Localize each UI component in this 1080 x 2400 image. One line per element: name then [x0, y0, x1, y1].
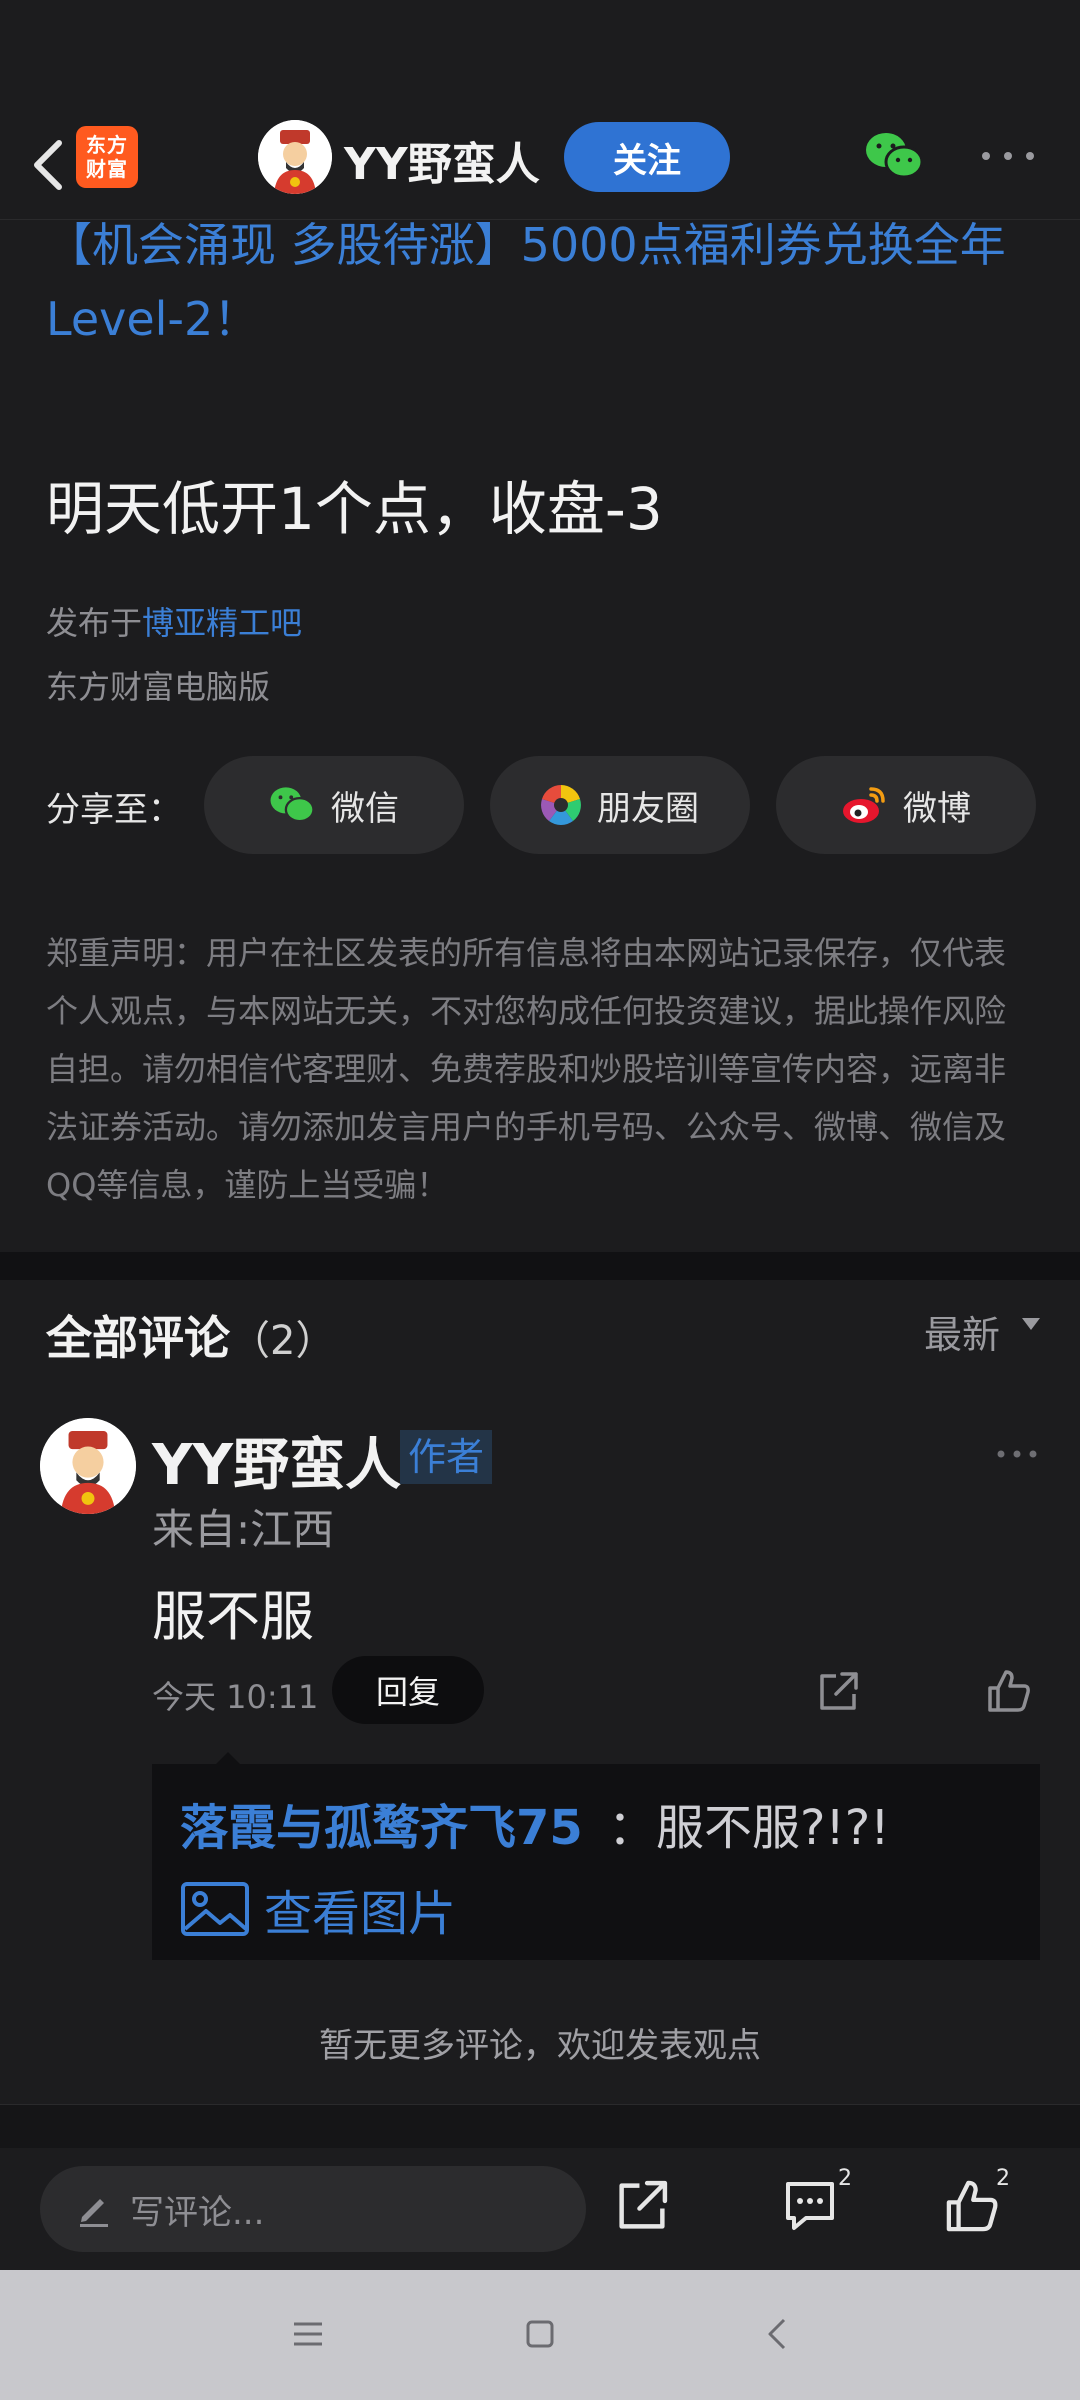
comment-count-badge: 2	[838, 2166, 852, 2191]
section-divider	[0, 1252, 1080, 1280]
author-badge: 作者	[400, 1430, 493, 1484]
like-button[interactable]: 2	[944, 2166, 1010, 2238]
comment-share-button[interactable]	[816, 1670, 860, 1714]
comment-like-button[interactable]	[986, 1668, 1032, 1714]
chevron-left-icon	[768, 2318, 786, 2350]
square-home-icon	[526, 2320, 554, 2348]
share-icon	[619, 2180, 668, 2229]
share-moments-button[interactable]: 朋友圈	[490, 756, 750, 854]
system-navigation-bar	[0, 2270, 1080, 2400]
comment-username[interactable]: YY野蛮人	[152, 1420, 401, 1501]
view-image-label: 查看图片	[264, 1886, 457, 1942]
like-count-badge: 2	[996, 2166, 1010, 2191]
post-source: 东方财富电脑版	[46, 668, 271, 706]
pencil-icon	[80, 2199, 108, 2227]
comments-title: 全部评论（2）	[46, 1302, 335, 1368]
share-button[interactable]	[614, 2178, 670, 2238]
share-weibo-button[interactable]: 微博	[776, 756, 1036, 854]
home-nav-button[interactable]	[520, 2314, 560, 2354]
share-wechat-label: 微信	[331, 788, 399, 829]
share-moments-label: 朋友圈	[597, 788, 699, 829]
back-button[interactable]	[18, 130, 78, 200]
wechat-icon	[866, 133, 924, 179]
sort-dropdown[interactable]: 最新	[924, 1304, 1000, 1359]
share-icon	[820, 1672, 858, 1710]
wechat-icon	[270, 787, 315, 823]
back-nav-button[interactable]	[758, 2314, 798, 2354]
write-comment-input[interactable]: 写评论...	[40, 2166, 586, 2252]
share-label: 分享至：	[46, 790, 182, 830]
follow-button[interactable]: 关注	[564, 122, 730, 192]
post-title: 明天低开1个点，收盘-3	[46, 475, 663, 543]
share-wechat-button[interactable]: 微信	[204, 756, 464, 854]
moments-icon	[541, 785, 581, 825]
published-prefix: 发布于	[46, 604, 143, 642]
avatar[interactable]	[40, 1418, 136, 1514]
comments-count: （2）	[230, 1318, 336, 1364]
bottom-separator	[0, 2104, 1080, 2148]
comment-time: 今天 10:11	[152, 1678, 319, 1716]
more-dots-icon	[982, 152, 1034, 160]
bottom-action-bar: 写评论... 2 2	[0, 2148, 1080, 2270]
comment-bubble-icon	[786, 2182, 834, 2230]
status-bar	[0, 0, 1080, 110]
share-weibo-label: 微博	[903, 788, 971, 829]
top-header: 东方 财富 YY野蛮人 关注	[0, 110, 1080, 220]
chevron-left-icon	[34, 140, 62, 190]
thumbs-up-icon	[946, 2180, 998, 2232]
reply-button[interactable]: 回复	[332, 1656, 484, 1724]
reply-text: ：服不服?!?!	[608, 1800, 890, 1856]
logo-text-2: 财富	[86, 157, 128, 181]
image-icon	[181, 1882, 249, 1936]
wechat-share-button[interactable]	[864, 130, 924, 182]
write-comment-placeholder: 写评论...	[130, 2192, 265, 2233]
comments-title-text: 全部评论	[46, 1311, 230, 1365]
reply-preview[interactable]: 落霞与孤鹜齐飞75 ：服不服?!?! 查看图片	[152, 1764, 1040, 1960]
no-more-comments: 暂无更多评论，欢迎发表观点	[319, 2026, 761, 2066]
fortune-god-avatar-icon	[40, 1418, 136, 1514]
menu-icon	[294, 2322, 322, 2346]
caret-down-icon[interactable]	[1022, 1318, 1040, 1330]
reply-username[interactable]: 落霞与孤鹜齐飞75	[180, 1788, 583, 1858]
view-image-link[interactable]: 查看图片	[180, 1874, 456, 1944]
fortune-god-avatar-icon	[258, 120, 332, 194]
weibo-icon	[843, 787, 885, 823]
comment-location: 来自:江西	[152, 1505, 335, 1554]
more-dots-icon	[997, 1450, 1037, 1458]
logo-text-1: 东方	[86, 133, 128, 157]
comment-text: 服不服	[152, 1585, 314, 1648]
avatar[interactable]	[258, 120, 332, 194]
promo-link[interactable]: 【机会涌现 多股待涨】5000点福利券兑换全年Level-2！	[46, 208, 1036, 356]
thumbs-up-icon	[988, 1670, 1030, 1712]
published-line: 发布于博亚精工吧	[46, 598, 302, 644]
app-logo[interactable]: 东方 财富	[76, 126, 138, 188]
menu-nav-button[interactable]	[288, 2314, 328, 2354]
comments-button[interactable]: 2	[782, 2166, 852, 2238]
comment-more-button[interactable]	[996, 1446, 1038, 1460]
more-options-button[interactable]	[980, 146, 1036, 166]
header-username[interactable]: YY野蛮人	[344, 128, 540, 192]
forum-link[interactable]: 博亚精工吧	[142, 604, 302, 642]
disclaimer-text: 郑重声明：用户在社区发表的所有信息将由本网站记录保存，仅代表个人观点，与本网站无…	[46, 934, 1007, 1204]
